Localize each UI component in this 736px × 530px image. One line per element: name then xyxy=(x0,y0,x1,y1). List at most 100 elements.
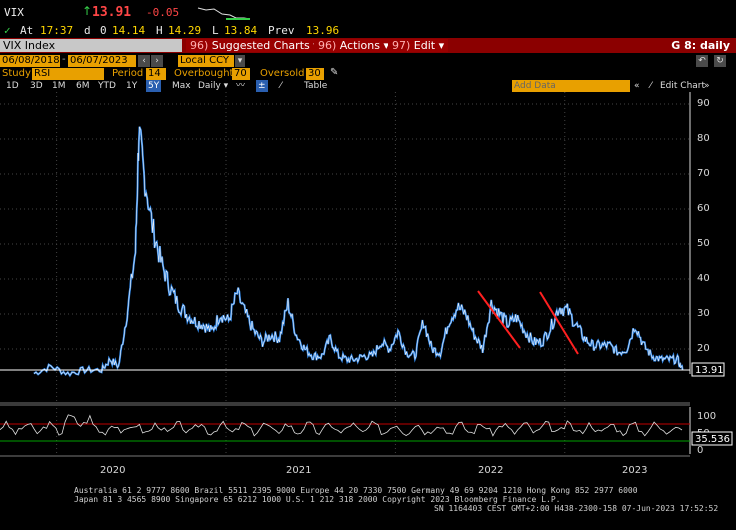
refresh-icon[interactable]: ↻ xyxy=(714,55,726,67)
suggested-charts-label: Suggested Charts ▾ xyxy=(211,39,319,52)
y-tick-50: 50 xyxy=(697,238,710,249)
frequency-select[interactable]: Daily ▾ xyxy=(198,80,228,92)
period-max[interactable]: Max xyxy=(172,80,191,92)
rsi-line xyxy=(0,414,683,437)
rsi-tick-0: 0 xyxy=(697,445,703,456)
y-tick-90: 90 xyxy=(697,98,710,109)
undo-icon[interactable]: ↶ xyxy=(696,55,708,67)
period-label: Period xyxy=(112,68,144,79)
high-label: H xyxy=(156,24,163,37)
ticker-symbol[interactable]: VIX xyxy=(4,6,24,19)
currency-select[interactable]: Local CCY xyxy=(178,55,234,67)
expand-icon[interactable]: » xyxy=(704,80,710,92)
time-ok-icon: ✓ xyxy=(4,24,11,37)
footer-line-2: Japan 81 3 4565 8900 Singapore 65 6212 1… xyxy=(74,495,561,504)
vix-series xyxy=(33,126,684,378)
prev-range-icon[interactable]: ‹ xyxy=(138,55,150,67)
oversold-label: Oversold xyxy=(260,68,305,79)
footer: Australia 61 2 9777 8600 Brazil 5511 239… xyxy=(0,485,736,530)
line-type-icon[interactable]: 〰 xyxy=(236,80,245,92)
study-label: Study xyxy=(2,68,31,79)
add-data-input[interactable]: Add Data xyxy=(512,80,630,92)
prev-label: Prev xyxy=(268,24,295,37)
pane-divider[interactable] xyxy=(0,402,690,406)
period-6m[interactable]: 6M xyxy=(76,80,90,92)
period-selector: 1D 3D 1M 6M YTD 1Y 5Y Max Daily ▾ 〰 ± ⁄ … xyxy=(0,80,736,92)
price-chart[interactable]: 90 80 70 60 50 40 30 20 13.91 100 50 0 3… xyxy=(0,92,736,485)
period-1y[interactable]: 1Y xyxy=(126,80,137,92)
at-label: At xyxy=(20,24,34,37)
add-study-icon[interactable]: ± xyxy=(256,80,268,92)
period-1m[interactable]: 1M xyxy=(52,80,66,92)
start-date-input[interactable]: 06/08/2018 xyxy=(0,55,60,67)
rsi-pane: 100 50 0 35.536 xyxy=(0,407,733,456)
high-value: 14.29 xyxy=(168,24,202,37)
chevron-down-icon[interactable]: ▾ xyxy=(235,55,245,67)
last-price-tag-label: 13.91 xyxy=(695,365,724,376)
price-axis: 90 80 70 60 50 40 30 20 xyxy=(689,92,710,374)
footer-line-1: Australia 61 2 9777 8600 Brazil 5511 239… xyxy=(74,486,638,495)
security-field[interactable]: VIX Index xyxy=(0,39,182,52)
low-value: 13.84 xyxy=(224,24,258,37)
open-label: 0 xyxy=(100,24,107,37)
y-tick-70: 70 xyxy=(697,168,710,179)
y-tick-80: 80 xyxy=(697,133,710,144)
y-tick-60: 60 xyxy=(697,203,710,214)
draw-icon[interactable]: ⁄ xyxy=(280,80,282,92)
vix-line xyxy=(33,126,684,378)
table-button[interactable]: Table xyxy=(304,80,327,92)
period-1d[interactable]: 1D xyxy=(6,80,19,92)
pencil-icon[interactable]: ✎ xyxy=(330,67,338,78)
security-header: VIX ↑ 13.91 -0.05 xyxy=(0,0,736,24)
sparkline-icon xyxy=(197,7,251,20)
actions-label: Actions ▾ xyxy=(339,39,389,52)
period-3d[interactable]: 3D xyxy=(30,80,43,92)
actions-code: 96) xyxy=(318,39,337,52)
function-toolbar: VIX Index 96) Suggested Charts ▾ 96) Act… xyxy=(0,38,736,53)
last-price: 13.91 xyxy=(92,5,132,20)
low-label: L xyxy=(212,24,219,37)
overbought-input[interactable]: 70 xyxy=(232,68,250,80)
overbought-label: Overbought xyxy=(174,68,234,79)
date-separator: - xyxy=(62,54,66,65)
quote-time: 17:37 xyxy=(40,24,74,37)
x-label-2020: 2020 xyxy=(100,465,125,476)
collapse-icon[interactable]: « xyxy=(634,80,640,92)
end-date-input[interactable]: 06/07/2023 xyxy=(68,55,136,67)
net-change: -0.05 xyxy=(146,6,180,19)
study-select[interactable]: RSI xyxy=(32,68,104,80)
period-input[interactable]: 14 xyxy=(146,68,166,80)
time-axis: 2020 2021 2022 2023 xyxy=(0,455,690,476)
up-arrow-icon: ↑ xyxy=(82,4,93,18)
suggested-charts-button[interactable]: 96) Suggested Charts ▾ xyxy=(186,39,323,52)
prev-value: 13.96 xyxy=(306,24,340,37)
rsi-series xyxy=(0,414,683,437)
date-range-bar: 06/08/2018 - 06/07/2023 ‹ › Local CCY ▾ … xyxy=(0,54,736,68)
rsi-tick-100: 100 xyxy=(697,411,716,422)
period-ytd[interactable]: YTD xyxy=(98,80,116,92)
x-label-2021: 2021 xyxy=(286,465,311,476)
suggested-charts-code: 96) xyxy=(190,39,209,52)
edit-chart-icon[interactable]: ⁄ xyxy=(650,80,652,92)
x-label-2023: 2023 xyxy=(622,465,647,476)
edit-chart-button[interactable]: Edit Chart xyxy=(660,80,705,92)
edit-code: 97) xyxy=(392,39,411,52)
rsi-last-tag-label: 35.536 xyxy=(695,434,730,445)
y-tick-30: 30 xyxy=(697,308,710,319)
edit-button[interactable]: 97) Edit ▾ xyxy=(388,39,449,52)
next-range-icon[interactable]: › xyxy=(151,55,163,67)
chart-name: G 8: daily xyxy=(671,39,730,52)
y-tick-20: 20 xyxy=(697,343,710,354)
edit-label: Edit ▾ xyxy=(413,39,445,52)
study-bar: Study RSI Period 14 Overbought 70 Overso… xyxy=(0,67,736,80)
period-5y[interactable]: 5Y xyxy=(146,80,162,92)
quote-line: ✓ At 17:37 d 0 14.14 H 14.29 L 13.84 Pre… xyxy=(0,24,736,38)
y-tick-40: 40 xyxy=(697,273,710,284)
footer-line-3: SN 1164403 CEST GMT+2:00 H438-2300-158 0… xyxy=(434,504,719,513)
open-value: 14.14 xyxy=(112,24,146,37)
grid xyxy=(0,92,690,454)
actions-button[interactable]: 96) Actions ▾ xyxy=(314,39,393,52)
oversold-input[interactable]: 30 xyxy=(306,68,324,80)
d-label: d xyxy=(84,24,91,37)
x-label-2022: 2022 xyxy=(478,465,503,476)
